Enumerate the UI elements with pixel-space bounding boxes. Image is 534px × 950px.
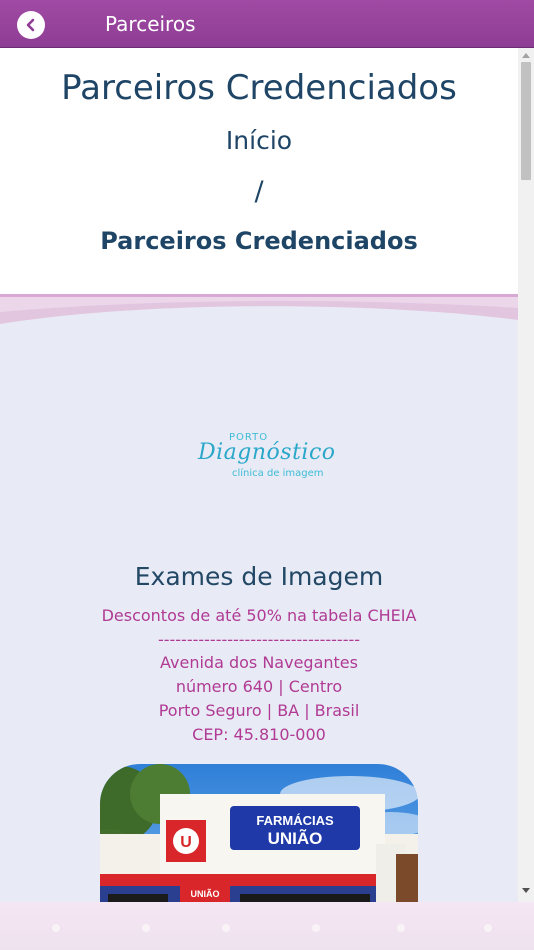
- bottom-bar: [0, 902, 534, 950]
- back-button[interactable]: [17, 11, 45, 39]
- vertical-scrollbar[interactable]: [518, 48, 534, 902]
- bottom-dot: [142, 924, 150, 932]
- scroll-down-arrow-icon[interactable]: [518, 888, 534, 898]
- partner-divider: -----------------------------------: [157, 630, 361, 649]
- scrollbar-thumb[interactable]: [521, 62, 531, 180]
- sign-line-1: FARMÁCIAS: [256, 813, 334, 828]
- address-line-2: número 640 | Centro: [175, 677, 343, 696]
- header-title: Parceiros: [105, 12, 196, 36]
- decorative-wave: [0, 294, 518, 334]
- partner-title: Exames de Imagem: [134, 562, 384, 591]
- partner-card: PORTO Diagnóstico clínica de imagem Exam…: [0, 330, 518, 902]
- bottom-dot: [484, 924, 492, 932]
- bottom-dot: [397, 924, 405, 932]
- sign-small: UNIÃO: [191, 889, 220, 899]
- bottom-dot: [52, 924, 60, 932]
- svg-text:U: U: [180, 834, 192, 851]
- partner-discount: Descontos de até 50% na tabela CHEIA: [101, 606, 417, 625]
- breadcrumb-home-link[interactable]: Início: [0, 126, 518, 156]
- app-header: Parceiros: [0, 0, 534, 48]
- breadcrumb-separator: /: [254, 176, 264, 207]
- page-content[interactable]: Parceiros Credenciados Início / Parceiro…: [0, 48, 518, 902]
- scroll-up-arrow-icon[interactable]: [518, 52, 534, 62]
- storefront-image: FARMÁCIAS UNIÃO U UNIÃO: [100, 764, 418, 902]
- page-title: Parceiros Credenciados: [61, 68, 457, 108]
- partner-logo: PORTO Diagnóstico clínica de imagem: [182, 430, 336, 490]
- address-line-4: CEP: 45.810-000: [192, 725, 326, 744]
- bottom-dot: [222, 924, 230, 932]
- logo-main-text: Diagnóstico: [198, 440, 336, 465]
- address-line-3: Porto Seguro | BA | Brasil: [158, 701, 360, 720]
- sign-line-2: UNIÃO: [268, 828, 323, 848]
- address-line-1: Avenida dos Navegantes: [160, 653, 358, 672]
- chevron-left-icon: [26, 18, 35, 32]
- hero-section: Parceiros Credenciados Início / Parceiro…: [0, 48, 518, 296]
- logo-sub-text: clínica de imagem: [232, 468, 324, 479]
- partner-photo: FARMÁCIAS UNIÃO U UNIÃO: [100, 764, 418, 902]
- breadcrumb-current: Parceiros Credenciados: [100, 227, 418, 255]
- bottom-dot: [312, 924, 320, 932]
